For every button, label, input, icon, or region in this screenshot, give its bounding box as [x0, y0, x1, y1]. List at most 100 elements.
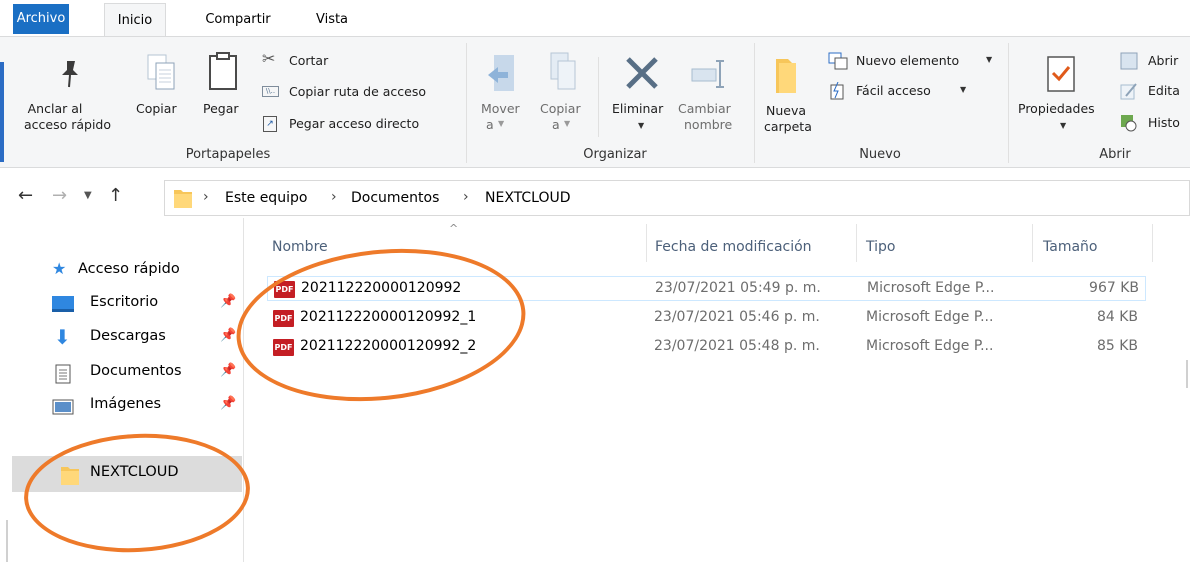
new-item-icon: [828, 52, 848, 70]
breadcrumb-documents[interactable]: Documentos: [351, 190, 439, 206]
scissors-icon: ✂: [262, 49, 276, 68]
properties-icon: [1047, 56, 1075, 92]
file-size: 84 KB: [1096, 309, 1138, 325]
column-header-size[interactable]: Tamaño: [1043, 239, 1097, 255]
column-separator[interactable]: [1032, 224, 1033, 262]
scrollbar[interactable]: [1186, 360, 1188, 388]
download-arrow-icon: ⬇: [54, 325, 71, 349]
group-label-open: Abrir: [1099, 147, 1131, 162]
ribbon-separator: [754, 43, 755, 163]
copy-to-label-2: a: [552, 117, 560, 132]
column-header-date[interactable]: Fecha de modificación: [655, 239, 812, 255]
properties-button[interactable]: Propiedades ▼: [1014, 47, 1114, 147]
open-icon: [1120, 52, 1138, 70]
nav-item-downloads[interactable]: ⬇ Descargas 📌: [52, 325, 242, 351]
pin-icon[interactable]: 📌: [220, 294, 236, 309]
copy-button[interactable]: Copiar: [134, 47, 186, 147]
delete-label: Eliminar: [612, 101, 664, 116]
edit-icon: [1120, 83, 1137, 100]
ribbon-separator: [1008, 43, 1009, 163]
back-arrow-icon[interactable]: ←: [18, 185, 33, 206]
history-label: Histo: [1148, 115, 1180, 130]
new-item-label: Nuevo elemento: [856, 53, 960, 68]
copy-path-icon: \\..: [262, 86, 279, 97]
nav-item-label: Descargas: [90, 328, 166, 344]
chevron-down-icon: ▼: [960, 85, 967, 94]
chevron-down-icon: ▼: [1060, 121, 1067, 130]
pin-label-1: Anclar al: [27, 101, 83, 116]
cut-button[interactable]: ✂ Cortar: [262, 49, 462, 71]
ribbon-separator: [466, 43, 467, 163]
group-label-organize: Organizar: [583, 147, 647, 162]
ribbon: Anclar al acceso rápido Copiar Pegar ✂ C…: [0, 36, 1190, 168]
cut-label: Cortar: [289, 53, 329, 68]
pin-icon[interactable]: 📌: [220, 396, 236, 411]
easy-access-button[interactable]: Fácil acceso ▼: [826, 81, 1006, 101]
copy-to-icon: [550, 52, 576, 90]
up-arrow-icon[interactable]: ↑: [108, 185, 123, 206]
copy-path-label: Copiar ruta de acceso: [289, 84, 427, 99]
nav-item-desktop[interactable]: Escritorio 📌: [52, 293, 242, 317]
tab-view[interactable]: Vista: [310, 3, 354, 37]
rename-button[interactable]: Cambiar nombre: [676, 47, 748, 147]
column-separator[interactable]: [856, 224, 857, 262]
nav-item-quick-access[interactable]: ★ Acceso rápido: [52, 259, 232, 284]
history-button[interactable]: Histo: [1120, 113, 1190, 133]
group-label-clipboard: Portapapeles: [185, 147, 271, 162]
tab-file[interactable]: Archivo: [13, 4, 69, 34]
easy-access-label: Fácil acceso: [856, 83, 931, 98]
paste-button[interactable]: Pegar: [199, 47, 251, 147]
copy-to-label-1: Copiar: [540, 101, 581, 116]
pane-divider: [243, 218, 244, 562]
new-folder-label-2: carpeta: [764, 119, 812, 134]
column-header-type[interactable]: Tipo: [866, 239, 895, 255]
rename-label-1: Cambiar: [678, 101, 731, 116]
tab-home[interactable]: Inicio: [104, 3, 166, 38]
tab-share[interactable]: Compartir: [196, 3, 280, 37]
address-bar[interactable]: › Este equipo › Documentos › NEXTCLOUD: [164, 180, 1190, 216]
delete-button[interactable]: Eliminar ▼: [608, 47, 678, 147]
breadcrumb-chevron-icon: ›: [203, 189, 209, 205]
pin-icon[interactable]: 📌: [220, 328, 236, 343]
file-type: Microsoft Edge P...: [866, 309, 994, 325]
move-to-button[interactable]: Mover a ▼: [476, 47, 526, 147]
paste-shortcut-button[interactable]: ↗ Pegar acceso directo: [262, 114, 462, 134]
nav-item-label: Documentos: [90, 363, 182, 379]
copy-icon: [147, 54, 175, 90]
column-separator[interactable]: [646, 224, 647, 262]
rename-label-2: nombre: [684, 117, 733, 132]
paste-icon: [209, 52, 237, 90]
properties-label: Propiedades: [1018, 101, 1095, 116]
pin-quick-access-button[interactable]: Anclar al acceso rápido: [18, 47, 118, 147]
forward-arrow-icon[interactable]: →: [52, 185, 67, 206]
file-date: 23/07/2021 05:46 p. m.: [654, 309, 820, 325]
copy-path-button[interactable]: \\.. Copiar ruta de acceso: [262, 82, 462, 102]
column-header-name[interactable]: Nombre: [272, 239, 328, 255]
copy-label: Copiar: [136, 101, 177, 116]
nav-item-pictures[interactable]: Imágenes 📌: [52, 395, 242, 419]
folder-icon: [174, 190, 192, 208]
file-date: 23/07/2021 05:48 p. m.: [654, 338, 820, 354]
edit-button[interactable]: Edita: [1120, 81, 1190, 101]
move-to-icon: [488, 55, 514, 91]
breadcrumb-this-pc[interactable]: Este equipo: [225, 190, 307, 206]
file-type: Microsoft Edge P...: [867, 280, 995, 296]
folder-icon: [776, 59, 796, 93]
new-folder-label-1: Nueva: [766, 103, 807, 118]
pictures-icon: [52, 399, 74, 415]
file-date: 23/07/2021 05:49 p. m.: [655, 280, 821, 296]
recent-locations-chevron-icon[interactable]: ▼: [84, 190, 92, 201]
nav-item-label: Escritorio: [90, 294, 159, 310]
open-button[interactable]: Abrir: [1120, 51, 1190, 71]
new-item-button[interactable]: Nuevo elemento ▼: [826, 51, 1006, 71]
ribbon-tab-bar: Archivo Inicio Compartir Vista: [0, 0, 1190, 38]
pin-icon[interactable]: 📌: [220, 363, 236, 378]
pin-label-2: acceso rápido: [24, 117, 112, 132]
column-separator[interactable]: [1152, 224, 1153, 262]
copy-to-button[interactable]: Copiar a ▼: [536, 47, 592, 147]
chevron-down-icon: ▼: [564, 119, 571, 128]
new-folder-button[interactable]: Nueva carpeta: [760, 47, 822, 147]
nav-item-documents[interactable]: Documentos 📌: [52, 362, 242, 386]
nav-item-label: Imágenes: [90, 396, 162, 412]
breadcrumb-nextcloud[interactable]: NEXTCLOUD: [485, 190, 571, 206]
